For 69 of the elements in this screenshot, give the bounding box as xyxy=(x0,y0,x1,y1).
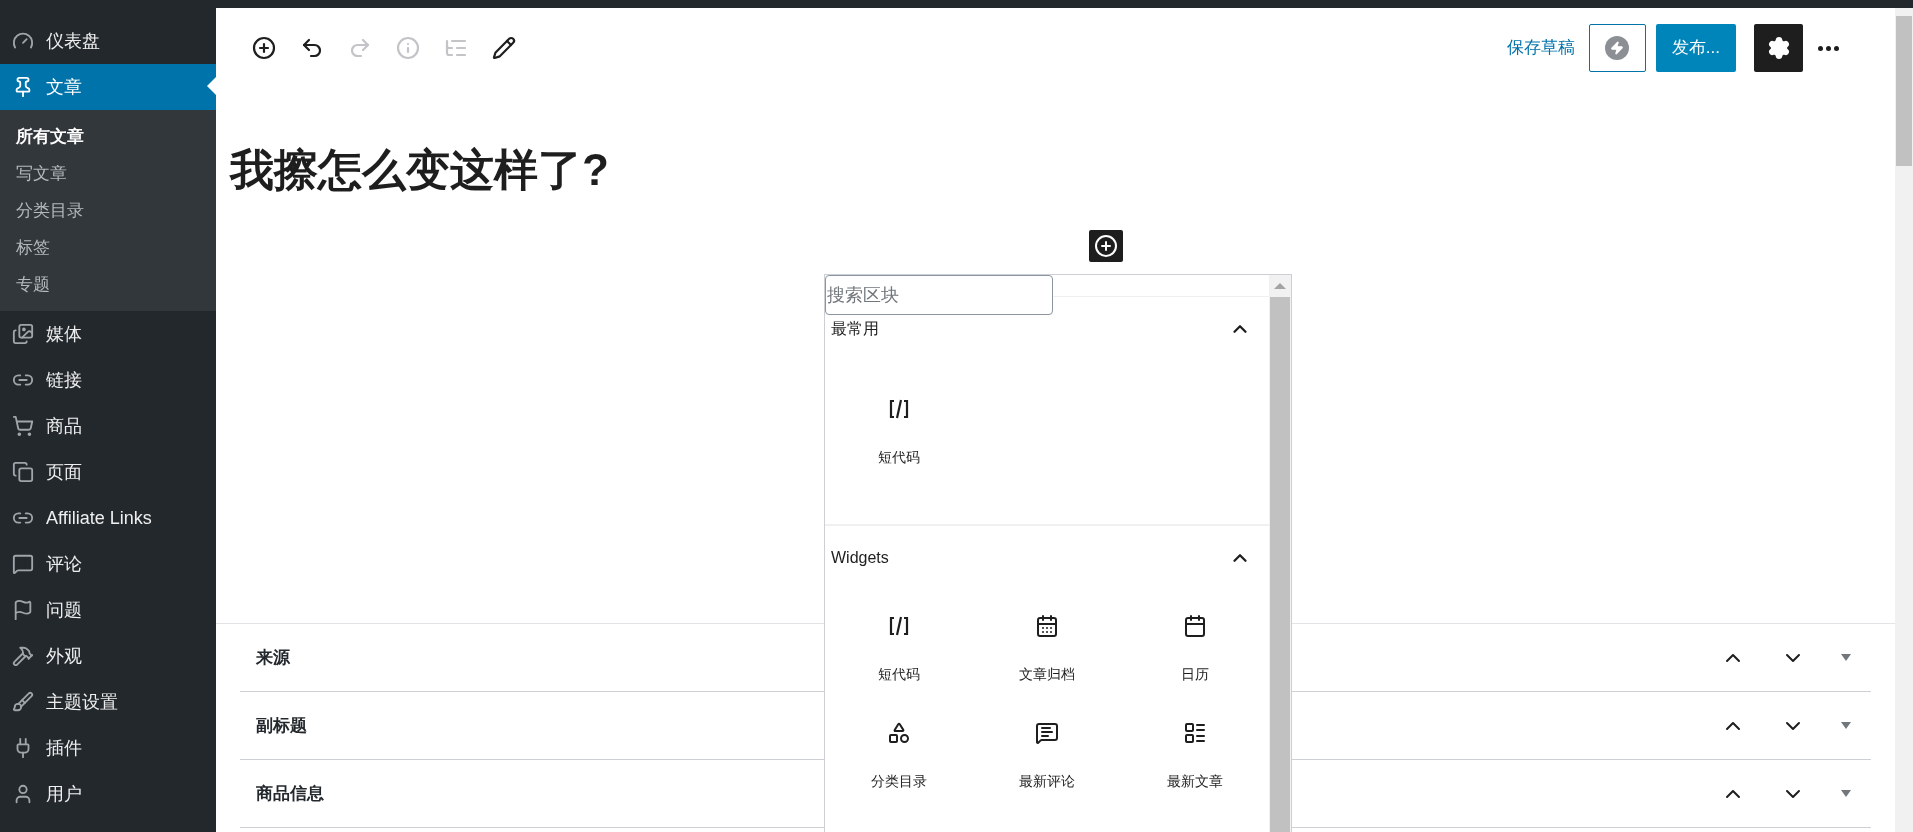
menu-item[interactable]: 用户 xyxy=(0,771,216,817)
submenu-item[interactable]: 所有文章 xyxy=(0,118,216,155)
comment-icon xyxy=(1035,721,1059,745)
add-icon xyxy=(252,36,276,60)
submenu-item[interactable]: 专题 xyxy=(0,266,216,303)
calendar-list-icon xyxy=(1035,614,1059,638)
save-draft-link[interactable]: 保存草稿 xyxy=(1506,35,1575,61)
search-field[interactable]: 搜索区块 xyxy=(825,275,1053,315)
settings-button[interactable] xyxy=(1754,24,1803,72)
menu-item[interactable]: 商品 xyxy=(0,403,216,449)
block-item[interactable]: 最新文章 xyxy=(1121,713,1269,800)
block-item[interactable]: 最新评论 xyxy=(973,713,1121,800)
meta-box-title[interactable]: 来源 xyxy=(240,644,306,671)
current-pointer-icon xyxy=(207,77,216,95)
toggle-caret-icon[interactable] xyxy=(1841,654,1851,661)
pages-icon xyxy=(12,461,34,483)
undo-icon xyxy=(300,36,324,60)
list-icon xyxy=(1183,721,1207,745)
block-item[interactable]: 文章归档 xyxy=(973,606,1121,693)
hammer-icon xyxy=(12,645,34,667)
toolbar-button[interactable] xyxy=(492,36,516,60)
shortcode-icon xyxy=(887,397,911,421)
post-title[interactable]: 我擦怎么变这样了? xyxy=(216,148,1895,192)
menu-item[interactable]: 页面 xyxy=(0,449,216,495)
meta-box-title[interactable]: 商品信息 xyxy=(240,780,340,807)
page-scrollbar[interactable] xyxy=(1895,8,1913,832)
redo-icon xyxy=(348,36,372,60)
amp-button[interactable] xyxy=(1588,24,1646,72)
shapes-icon xyxy=(887,721,911,745)
menu-item[interactable]: 评论 xyxy=(0,541,216,587)
submenu-item[interactable]: 标签 xyxy=(0,229,216,266)
submenu-item[interactable]: 分类目录 xyxy=(0,192,216,229)
images-icon xyxy=(12,323,34,345)
cart-icon xyxy=(12,415,34,437)
speech-bubble-icon xyxy=(12,553,34,575)
publish-button[interactable]: 发布... xyxy=(1655,24,1736,72)
block-item[interactable]: 短代码 xyxy=(825,389,973,476)
block-item[interactable]: 日历 xyxy=(1121,606,1269,693)
menu-item[interactable]: 外观 xyxy=(0,633,216,679)
menu-item[interactable]: 主题设置 xyxy=(0,679,216,725)
popover-scrollbar[interactable] xyxy=(1269,275,1291,832)
section-title: 最常用 xyxy=(831,319,879,339)
pencil-icon xyxy=(492,36,516,60)
section-title: Widgets xyxy=(831,548,889,568)
toggle-caret-icon[interactable] xyxy=(1841,722,1851,729)
shortcode-icon xyxy=(887,614,911,638)
info-icon xyxy=(396,36,420,60)
submenu-item[interactable]: 写文章 xyxy=(0,155,216,192)
menu-item[interactable]: 媒体 xyxy=(0,311,216,357)
toggle-caret-icon[interactable] xyxy=(1841,790,1851,797)
add-icon xyxy=(1094,234,1118,258)
more-icon xyxy=(1817,45,1839,51)
menu-item[interactable]: 仪表盘 xyxy=(0,18,216,64)
menu-item[interactable]: 文章 xyxy=(0,64,216,110)
block-item[interactable]: 短代码 xyxy=(825,606,973,693)
block-item[interactable]: 分类目录 xyxy=(825,713,973,800)
toolbar-button[interactable] xyxy=(300,36,324,60)
toolbar-button[interactable] xyxy=(252,36,276,60)
settings-icon xyxy=(1766,36,1791,60)
menu-item[interactable]: 问题 xyxy=(0,587,216,633)
calendar-icon xyxy=(1183,614,1207,638)
lightning-icon xyxy=(1605,36,1630,60)
brush-icon xyxy=(12,691,34,713)
menu-item[interactable]: Affiliate Links xyxy=(0,495,216,541)
menu-item[interactable]: 链接 xyxy=(0,357,216,403)
flag-icon xyxy=(12,599,34,621)
menu-item[interactable]: 插件 xyxy=(0,725,216,771)
meta-box-title[interactable]: 副标题 xyxy=(240,712,323,739)
inserter-button[interactable] xyxy=(1089,230,1123,262)
